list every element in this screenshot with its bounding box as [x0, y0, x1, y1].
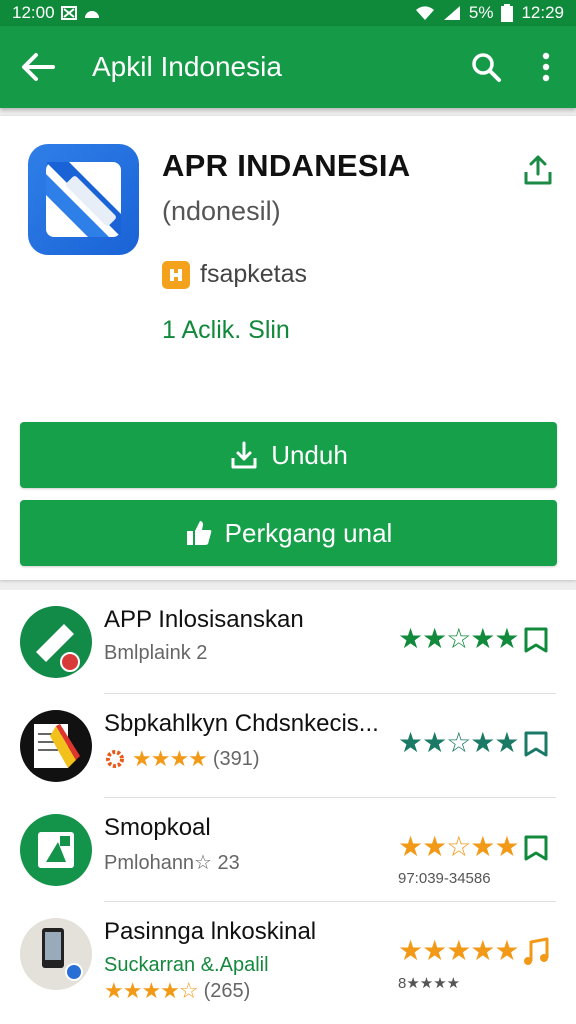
bookmark-button[interactable]	[520, 728, 552, 760]
developer-name: fsapketas	[200, 260, 308, 288]
list-item[interactable]: Pasinnga lnkoskinal Suckarran &.Apalil ★…	[0, 902, 576, 1006]
back-button[interactable]	[0, 26, 76, 108]
bookmark-icon	[524, 835, 548, 861]
download-button-label: Unduh	[271, 439, 348, 470]
notification-icon	[60, 5, 77, 21]
music-button[interactable]	[520, 936, 552, 968]
rating-stars: ★★☆★★	[398, 831, 520, 862]
bookmark-icon	[524, 627, 548, 653]
status-time-right: 12:29	[521, 3, 564, 22]
app-logo-icon	[28, 144, 139, 255]
list-item-meta-stars: ★★★★	[132, 746, 208, 771]
list-item-title: Pasinnga lnkoskinal	[104, 918, 317, 945]
battery-icon	[501, 4, 514, 22]
app-list-icon-tool	[20, 606, 92, 678]
developer-badge-icon	[162, 260, 190, 289]
bookmark-button[interactable]	[520, 832, 552, 864]
rating-stars: ★★☆★★	[398, 623, 520, 654]
list-item-price: 8★★★★	[398, 975, 461, 992]
bookmark-icon	[524, 731, 548, 757]
list-item-meta-stars: ★★★★☆	[104, 978, 199, 1003]
status-bar: 12:00 5% 12:29	[0, 0, 576, 26]
app-list-icon-device	[20, 918, 92, 990]
battery-percent: 5%	[468, 3, 494, 22]
list-item[interactable]: Smopkoal Pmlohann☆ 23 ★★☆★★ 97:039-34586	[0, 798, 576, 902]
list-item[interactable]: Sbpkahlkyn Chdsnkecis... ★★★★ (391) ★★☆★…	[0, 694, 576, 798]
music-note-icon	[524, 937, 549, 965]
app-list-icon-document	[20, 710, 92, 782]
share-button[interactable]	[516, 148, 560, 192]
list-item-meta: ★★★★ (391)	[104, 746, 260, 772]
list-item-rating-row: ★★★★☆ (265)	[104, 978, 250, 1004]
list-item-title: Smopkoal	[104, 814, 211, 841]
like-button[interactable]: Perkgang unal	[20, 500, 557, 566]
like-button-label: Perkgang unal	[224, 517, 393, 548]
android-icon	[83, 6, 101, 20]
app-bar: Apkil Indonesia	[0, 26, 576, 108]
more-vert-icon	[542, 52, 550, 82]
list-item[interactable]: APP Inlosisanskan Bmlplaink 2 ★★☆★★	[0, 590, 576, 694]
app-list: APP Inlosisanskan Bmlplaink 2 ★★☆★★ Sbpk…	[0, 590, 576, 1024]
thumbs-up-icon	[186, 521, 211, 545]
list-item-title: APP Inlosisanskan	[104, 606, 304, 633]
back-arrow-icon	[22, 53, 55, 81]
list-item-meta: Pmlohann☆ 23	[104, 852, 240, 874]
list-item-developer: Suckarran &.Apalil	[104, 954, 269, 976]
list-item-review-count: (265)	[203, 979, 251, 1002]
download-button[interactable]: Unduh	[20, 422, 557, 488]
list-item-review-count: (391)	[212, 747, 260, 770]
status-time-left: 12:00	[12, 3, 55, 22]
search-icon	[472, 53, 501, 82]
rating-stars: ★★★★★	[398, 935, 520, 966]
list-item-title: Sbpkahlkyn Chdsnkecis...	[104, 710, 379, 737]
app-name: APR INDANESIA	[162, 148, 411, 183]
page-title: Apkil Indonesia	[92, 51, 282, 82]
share-icon	[524, 155, 552, 185]
download-icon	[231, 441, 257, 469]
developer-row[interactable]: fsapketas	[162, 260, 307, 289]
rating-stars: ★★☆★★	[398, 727, 520, 758]
app-list-icon-sheet	[20, 814, 92, 886]
app-subtitle: (ndonesil)	[162, 196, 281, 226]
gear-icon	[106, 750, 124, 768]
wifi-icon	[415, 5, 435, 21]
signal-icon	[443, 5, 461, 21]
search-button[interactable]	[456, 26, 516, 108]
bookmark-button[interactable]	[520, 624, 552, 656]
list-item-meta: Bmlplaink 2	[104, 642, 208, 664]
install-info: 1 Aclik. Slin	[162, 316, 290, 344]
more-options-button[interactable]	[516, 26, 576, 108]
app-detail-card: APR INDANESIA (ndonesil) fsapketas 1 Acl…	[0, 116, 576, 580]
list-item-price: 97:039-34586	[398, 870, 491, 887]
